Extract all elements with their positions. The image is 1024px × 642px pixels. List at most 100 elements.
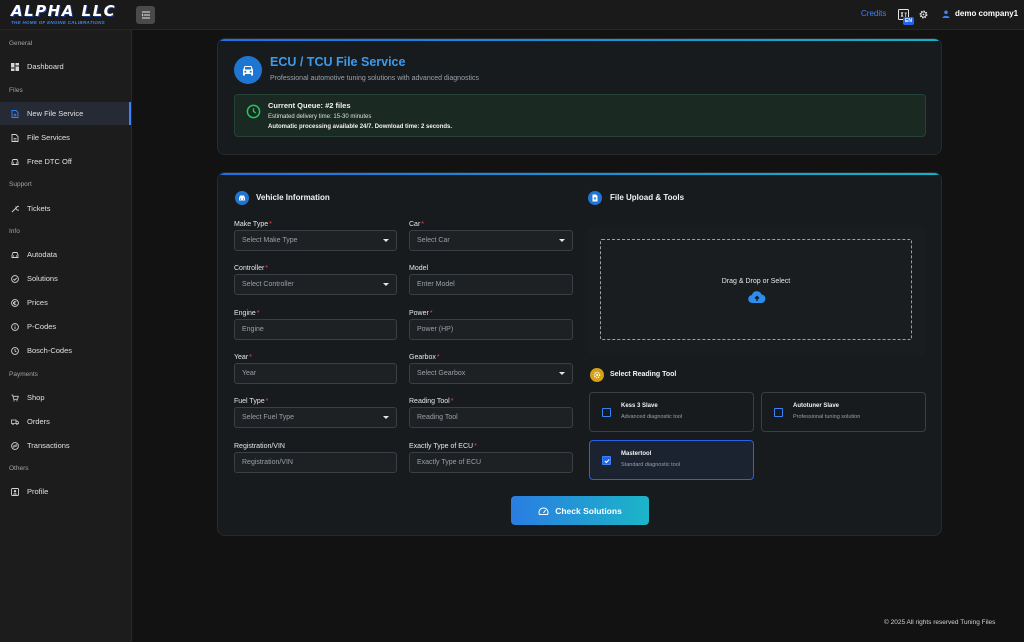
gearbox-select[interactable]: Select Gearbox [409, 363, 573, 384]
header-car-badge [234, 56, 262, 84]
queue-title: Current Queue: #2 files [268, 101, 351, 110]
reading-tool-section-title: Select Reading Tool [610, 371, 677, 378]
sidebar-item-orders[interactable]: Orders [0, 410, 131, 433]
sidebar-section-info: Info [9, 228, 20, 235]
registration-label: Registration/VIN [234, 443, 285, 450]
check-solutions-label: Check Solutions [555, 505, 622, 516]
sidebar-item-new-file-service[interactable]: New File Service [0, 102, 131, 125]
clock-icon [11, 346, 19, 355]
gearbox-label: Gearbox* [409, 354, 440, 361]
file-service-form-card: Vehicle Information Make Type* Select Ma… [217, 172, 942, 536]
file-upload-icon [592, 194, 598, 202]
sidebar-section-general: General [9, 40, 33, 47]
speedometer-icon [538, 507, 549, 515]
sidebar-item-dashboard[interactable]: Dashboard [0, 55, 131, 78]
sidebar-item-prices[interactable]: Prices [0, 291, 131, 314]
logo[interactable]: ALPHA LLC THE HOME OF ENGINE CALIBRATION… [11, 4, 119, 26]
credits-link[interactable]: Credits [861, 9, 886, 18]
year-input[interactable]: Year [234, 363, 397, 384]
sidebar-item-p-codes[interactable]: P-Codes [0, 315, 131, 338]
upload-section-title: File Upload & Tools [610, 193, 685, 202]
cart-icon [11, 394, 19, 401]
tool-desc: Professional tuning solution [793, 414, 861, 420]
chevron-down-icon [383, 239, 389, 242]
footer-copyright: © 2025 All rights reserved Tuning Files [884, 619, 996, 626]
tool-checkbox[interactable] [602, 408, 611, 417]
user-name: demo company1 [955, 9, 1019, 18]
top-bar: ALPHA LLC THE HOME OF ENGINE CALIBRATION… [0, 0, 1024, 30]
power-input[interactable]: Power (HP) [409, 319, 573, 340]
model-input[interactable]: Enter Model [409, 274, 573, 295]
car-select[interactable]: Select Car [409, 230, 573, 251]
user-menu[interactable]: demo company1 [942, 9, 1018, 18]
clock-icon [246, 104, 261, 119]
vehicle-section-title: Vehicle Information [256, 193, 330, 202]
sidebar-item-file-services[interactable]: File Services [0, 126, 131, 149]
vehicle-section-badge [235, 191, 249, 205]
file-plus-icon [11, 109, 19, 118]
check-circle-icon [11, 274, 19, 283]
dashboard-icon [11, 62, 19, 71]
tool-option-kess3[interactable]: Kess 3 Slave Advanced diagnostic tool [589, 392, 754, 432]
model-label: Model [409, 265, 429, 272]
queue-delivery-time: Estimated delivery time: 15-30 minutes [268, 114, 372, 120]
ecu-type-input[interactable]: Exactly Type of ECU [409, 452, 573, 473]
sidebar-item-profile[interactable]: Profile [0, 480, 131, 503]
service-header-card: ECU / TCU File Service Professional auto… [217, 38, 942, 155]
tool-option-mastertool[interactable]: Mastertool Standard diagnostic tool [589, 440, 754, 480]
sidebar-item-free-dtc-off[interactable]: Free DTC Off [0, 150, 131, 173]
queue-auto-processing: Automatic processing available 24/7. Dow… [268, 124, 453, 130]
gear-icon[interactable] [918, 9, 929, 20]
chevron-down-icon [559, 372, 565, 375]
sidebar-item-tickets[interactable]: Tickets [0, 197, 131, 220]
sidebar-item-label: P-Codes [27, 322, 57, 331]
car-label: Car* [409, 221, 425, 228]
menu-icon [141, 11, 150, 19]
sidebar-section-files: Files [9, 87, 23, 94]
registration-input[interactable]: Registration/VIN [234, 452, 397, 473]
year-label: Year* [234, 354, 252, 361]
sidebar-item-label: Transactions [27, 441, 70, 450]
sidebar-toggle-button[interactable] [136, 6, 155, 24]
tool-desc: Standard diagnostic tool [621, 462, 681, 468]
sidebar-item-solutions[interactable]: Solutions [0, 267, 131, 290]
tool-option-autotuner[interactable]: Autotuner Slave Professional tuning solu… [761, 392, 926, 432]
sidebar-section-payments: Payments [9, 371, 38, 378]
check-solutions-button[interactable]: Check Solutions [511, 496, 649, 525]
fuel-type-label: Fuel Type* [234, 398, 269, 405]
tool-checkbox[interactable] [774, 408, 783, 417]
chevron-down-icon [383, 416, 389, 419]
power-label: Power* [409, 310, 433, 317]
tool-name: Autotuner Slave [793, 403, 840, 409]
reading-tool-input[interactable]: Reading Tool [409, 407, 573, 428]
make-type-select[interactable]: Select Make Type [234, 230, 397, 251]
sidebar-item-autodata[interactable]: Autodata [0, 243, 131, 266]
language-badge: EN [903, 17, 914, 25]
tool-checkbox[interactable] [602, 456, 611, 465]
upload-section-badge [588, 191, 602, 205]
exchange-icon [11, 441, 19, 450]
logo-text: ALPHA LLC [11, 2, 117, 20]
page-title: ECU / TCU File Service [270, 55, 406, 69]
gear-icon [593, 371, 601, 379]
sidebar-item-transactions[interactable]: Transactions [0, 434, 131, 457]
ecu-type-label: Exactly Type of ECU* [409, 443, 477, 450]
reading-tool-badge [590, 368, 604, 382]
card-accent-line [218, 39, 941, 41]
info-circle-icon [11, 322, 19, 331]
sidebar-item-label: Prices [27, 298, 48, 307]
page-subtitle: Professional automotive tuning solutions… [270, 75, 479, 82]
engine-input[interactable]: Engine [234, 319, 397, 340]
sidebar-item-shop[interactable]: Shop [0, 386, 131, 409]
sidebar-item-label: File Services [27, 133, 70, 142]
logo-tagline: THE HOME OF ENGINE CALIBRATIONS [11, 20, 105, 25]
car-icon [239, 195, 245, 201]
sidebar-item-bosch-codes[interactable]: Bosch-Codes [0, 339, 131, 362]
truck-icon [11, 419, 19, 425]
controller-select[interactable]: Select Controller [234, 274, 397, 295]
chevron-down-icon [559, 239, 565, 242]
file-dropzone[interactable]: Drag & Drop or Select [600, 239, 912, 340]
fuel-type-select[interactable]: Select Fuel Type [234, 407, 397, 428]
dropzone-label: Drag & Drop or Select [721, 278, 791, 285]
sidebar-item-label: Autodata [27, 250, 58, 259]
